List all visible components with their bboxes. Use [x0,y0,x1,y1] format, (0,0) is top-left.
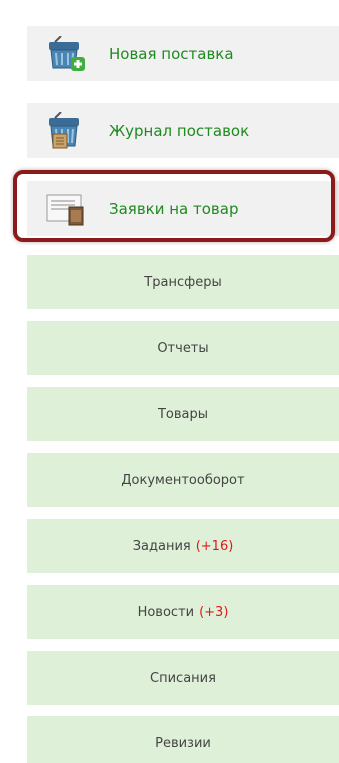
menu-item-products[interactable]: Товары [27,387,339,441]
menu-item-transfers[interactable]: Трансферы [27,255,339,309]
menu-item-delivery-journal[interactable]: Журнал поставок [27,103,339,158]
menu-item-write-offs[interactable]: Списания [27,651,339,705]
menu-item-label: Новая поставка [109,44,234,63]
menu-item-news[interactable]: Новости (+3) [27,585,339,639]
basket-journal-icon [45,111,87,151]
menu-item-label: Журнал поставок [109,121,250,140]
menu-item-product-requests[interactable]: Заявки на товар [27,181,339,236]
menu-item-document-flow[interactable]: Документооборот [27,453,339,507]
menu-item-label: Документооборот [121,472,245,488]
menu-item-label: Списания [150,670,216,686]
menu-item-label: Ревизии [155,735,211,751]
menu-item-label: Заявки на товар [109,199,239,218]
menu-item-label: Новости [137,604,195,620]
menu-item-tasks[interactable]: Задания (+16) [27,519,339,573]
menu-item-reports[interactable]: Отчеты [27,321,339,375]
basket-add-icon [45,34,87,74]
side-navigation-menu: Новая поставка Журнал поставок Заявки на… [0,0,339,763]
menu-item-label: Задания [132,538,191,554]
menu-item-label: Отчеты [157,340,209,356]
news-count-badge: (+3) [199,604,229,620]
menu-item-label: Товары [157,406,209,422]
tasks-count-badge: (+16) [195,538,234,554]
menu-item-audits[interactable]: Ревизии [27,716,339,763]
document-request-icon [45,189,87,229]
menu-item-label: Трансферы [144,274,222,290]
menu-item-new-delivery[interactable]: Новая поставка [27,26,339,81]
